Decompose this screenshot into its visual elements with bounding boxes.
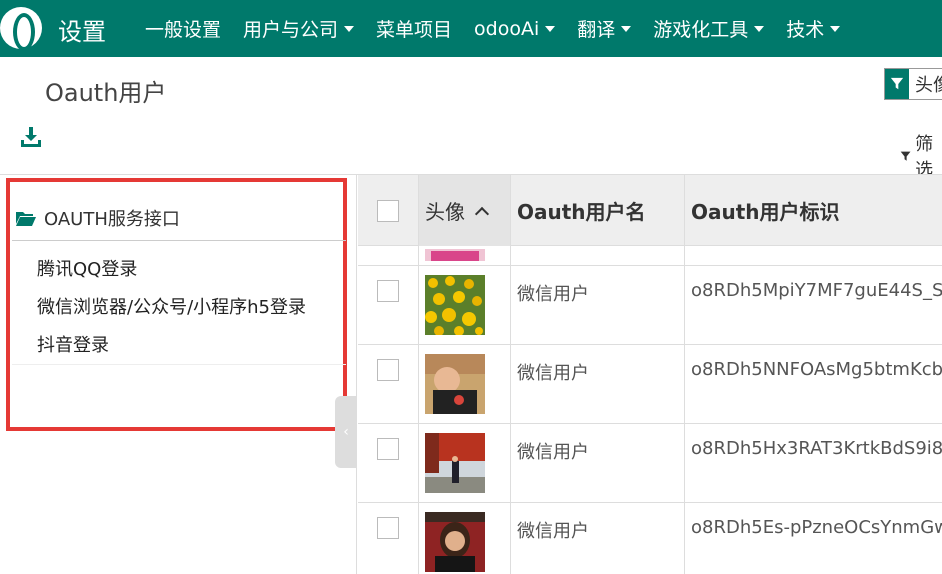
row-checkbox[interactable]	[377, 359, 399, 381]
row-checkbox-cell	[358, 424, 419, 502]
row-checkbox-cell	[358, 345, 419, 423]
table-row[interactable]: 微信用户 o8RDh5NNFOAsMg5btmKcb	[358, 345, 942, 424]
menu-translation[interactable]: 翻译	[577, 15, 632, 42]
menu-label: 技术	[786, 19, 825, 41]
row-checkbox[interactable]	[377, 438, 399, 460]
table-header: 头像 Oauth用户名 Oauth用户标识	[358, 175, 942, 246]
menu-label: 一般设置	[145, 19, 222, 41]
avatar	[425, 275, 485, 336]
column-header-label: Oauth用户标识	[691, 200, 840, 224]
user-name-cell: 微信用户	[511, 503, 685, 574]
filter-icon	[900, 151, 911, 161]
avatar-cell	[419, 266, 511, 344]
main-menu: 一般设置 用户与公司 菜单项目 odooAi 翻译 游戏化工具 技术	[145, 0, 862, 57]
page-title: Oauth用户	[45, 79, 167, 107]
divider	[12, 240, 346, 241]
menu-general-settings[interactable]: 一般设置	[145, 15, 221, 42]
category-header[interactable]: OAUTH服务接口	[16, 205, 180, 231]
menu-label: 翻译	[577, 19, 616, 41]
avatar	[425, 249, 485, 261]
chevron-down-icon	[344, 25, 355, 32]
chevron-down-icon	[754, 25, 765, 32]
download-icon[interactable]	[20, 126, 42, 148]
column-header-name[interactable]: Oauth用户名	[511, 175, 685, 246]
checkbox[interactable]	[377, 199, 399, 222]
filter-facet-icon	[885, 69, 909, 99]
row-checkbox-cell	[358, 503, 419, 574]
search-input[interactable]: 头像	[884, 68, 942, 100]
menu-gamification[interactable]: 游戏化工具	[653, 15, 765, 42]
menu-label: 游戏化工具	[653, 19, 749, 41]
row-checkbox-cell	[358, 266, 419, 344]
app-title[interactable]: 设置	[58, 12, 106, 47]
avatar-cell	[419, 345, 511, 423]
chevron-down-icon	[545, 25, 556, 32]
table-row[interactable]: 微信用户 o8RDh5Es-pPzneOCsYnmGwt	[358, 503, 942, 574]
column-header-label: 头像	[425, 200, 465, 224]
sort-up-icon	[474, 206, 490, 221]
user-name-cell: 微信用户	[511, 266, 685, 344]
avatar	[425, 512, 485, 572]
user-identifier-cell: o8RDh5MpiY7MF7guE44S_Sf	[691, 280, 942, 301]
menu-label: 菜单项目	[376, 19, 453, 41]
table-row[interactable]: 微信用户 o8RDh5MpiY7MF7guE44S_Sf	[358, 266, 942, 345]
table-row[interactable]	[358, 246, 942, 266]
menu-technical[interactable]: 技术	[786, 15, 841, 42]
user-identifier-cell: o8RDh5Hx3RAT3KrtkBdS9i8S	[691, 438, 942, 459]
menu-users-companies[interactable]: 用户与公司	[243, 15, 355, 42]
search-facet-label: 头像	[915, 75, 942, 96]
user-name-cell	[511, 246, 685, 265]
category-header-label: OAUTH服务接口	[44, 209, 180, 230]
column-header-label: Oauth用户名	[517, 200, 646, 224]
avatar	[425, 433, 485, 493]
user-identifier-cell: o8RDh5NNFOAsMg5btmKcb	[691, 359, 942, 380]
top-navbar: 设置 一般设置 用户与公司 菜单项目 odooAi 翻译 游戏化工具 技术	[0, 0, 942, 57]
row-checkbox[interactable]	[377, 280, 399, 302]
avatar	[425, 354, 485, 414]
column-header-identifier[interactable]: Oauth用户标识	[685, 175, 942, 246]
category-item-qq[interactable]: 腾讯QQ登录	[37, 259, 306, 297]
chevron-down-icon	[621, 25, 632, 32]
menu-label: 用户与公司	[243, 19, 339, 41]
row-checkbox-cell	[358, 246, 419, 265]
user-name-cell: 微信用户	[511, 345, 685, 423]
avatar-cell	[419, 424, 511, 502]
menu-menu-items[interactable]: 菜单项目	[376, 15, 452, 42]
category-item-douyin[interactable]: 抖音登录	[37, 335, 306, 373]
row-checkbox[interactable]	[377, 517, 399, 539]
avatar-cell	[419, 246, 511, 265]
column-header-avatar[interactable]: 头像	[419, 175, 511, 246]
list-table: 头像 Oauth用户名 Oauth用户标识 微信用户 o8RDh5MpiY7MF…	[358, 175, 942, 574]
menu-odooai[interactable]: odooAi	[474, 17, 556, 40]
divider	[12, 364, 346, 365]
odoo-logo-icon[interactable]	[0, 7, 42, 51]
collapse-chevron-icon[interactable]: ‹	[335, 396, 357, 468]
select-all-checkbox[interactable]	[358, 175, 419, 246]
folder-open-icon	[16, 212, 36, 226]
search-panel: OAUTH服务接口 腾讯QQ登录 微信浏览器/公众号/小程序h5登录 抖音登录 …	[0, 175, 357, 574]
chevron-down-icon	[830, 25, 841, 32]
category-list: 腾讯QQ登录 微信浏览器/公众号/小程序h5登录 抖音登录	[37, 259, 306, 373]
table-row[interactable]: 微信用户 o8RDh5Hx3RAT3KrtkBdS9i8S	[358, 424, 942, 503]
user-identifier-cell	[685, 246, 942, 265]
avatar-cell	[419, 503, 511, 574]
user-identifier-cell: o8RDh5Es-pPzneOCsYnmGwt	[691, 517, 942, 538]
menu-label: odooAi	[474, 17, 540, 40]
user-name-cell: 微信用户	[511, 424, 685, 502]
category-item-wechat[interactable]: 微信浏览器/公众号/小程序h5登录	[37, 297, 306, 335]
